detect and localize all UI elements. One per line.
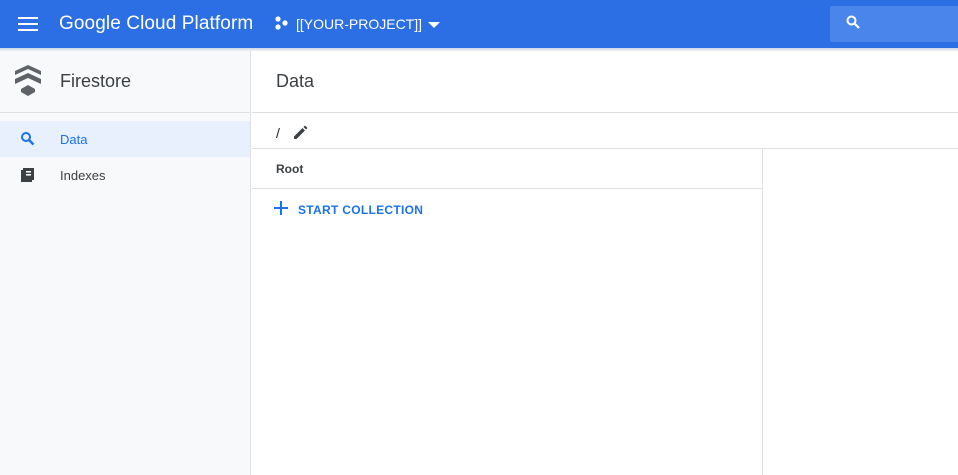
project-hub-icon [274,15,290,33]
firestore-icon [14,65,42,97]
pencil-icon[interactable] [292,123,312,143]
sidebar-item-label: Data [60,132,88,147]
root-panel-header: Root [252,149,762,189]
top-app-bar: Google Cloud Platform [[YOUR-PROJECT]] [0,0,958,48]
sidebar-item-indexes[interactable]: Indexes [0,157,250,193]
project-selector[interactable]: [[YOUR-PROJECT]] [274,12,441,36]
search-icon [846,15,860,34]
path-breadcrumb: / [252,113,958,149]
product-header: Firestore [0,51,250,113]
root-panel-title: Root [276,162,304,176]
product-title: Firestore [60,71,132,91]
page-title: Data [276,71,315,91]
project-name: [[YOUR-PROJECT]] [296,16,423,32]
main-content: Data / Root START COLLECTION [252,51,958,475]
chevron-down-icon [428,16,441,32]
search-input[interactable] [830,6,958,42]
page-header: Data [252,51,958,113]
path-text: / [276,125,280,141]
start-collection-button[interactable]: START COLLECTION [274,199,423,221]
start-collection-label: START COLLECTION [298,203,424,217]
sidebar: Firestore Data Indexes [0,51,251,475]
sidebar-item-label: Indexes [60,168,106,183]
brand-title[interactable]: Google Cloud Platform [59,13,253,35]
root-panel: Root START COLLECTION [252,149,763,475]
sidebar-item-data[interactable]: Data [0,121,250,157]
indexes-icon [20,167,36,183]
detail-panel [764,149,958,475]
hamburger-menu-icon[interactable] [14,12,42,36]
plus-icon [274,200,288,220]
search-icon [20,131,36,147]
